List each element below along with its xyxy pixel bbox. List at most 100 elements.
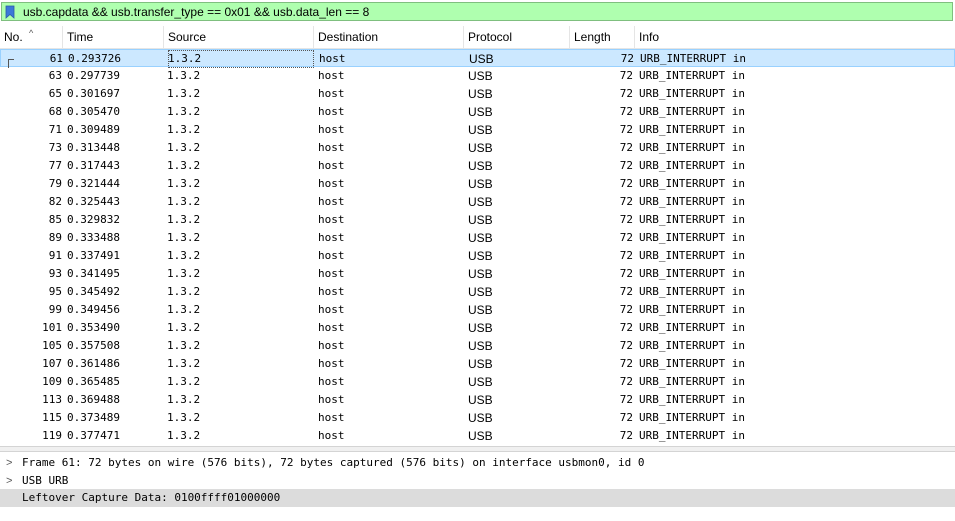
- packet-destination: host: [318, 285, 345, 298]
- packet-row[interactable]: 107 0.361486 1.3.2 host USB 72 URB_INTERRUPT i…: [0, 355, 955, 373]
- packet-no: 109: [42, 375, 62, 388]
- packet-info: URB_INTERRUPT in: [639, 141, 745, 154]
- packet-time: 0.305470: [67, 105, 120, 118]
- packet-row[interactable]: 119 0.377471 1.3.2 host USB 72 URB_INTERRUPT i…: [0, 427, 955, 444]
- details-row-usb-urb[interactable]: > USB URB: [0, 472, 955, 490]
- packet-row[interactable]: 61 0.293726 1.3.2 host USB 72 URB_INTERRUPT in: [0, 49, 955, 68]
- packet-time: 0.297739: [67, 69, 120, 82]
- packet-destination: host: [318, 69, 345, 82]
- packet-row[interactable]: 105 0.357508 1.3.2 host USB 72 URB_INTERRUPT i…: [0, 337, 955, 355]
- packet-protocol: USB: [469, 52, 494, 66]
- packet-length: 72: [619, 249, 633, 262]
- packet-destination: host: [318, 267, 345, 280]
- packet-time: 0.345492: [67, 285, 120, 298]
- packet-row[interactable]: 115 0.373489 1.3.2 host USB 72 URB_INTERRUPT i…: [0, 409, 955, 427]
- packet-info: URB_INTERRUPT in: [639, 429, 745, 442]
- packet-protocol: USB: [468, 357, 493, 371]
- packet-source: 1.3.2: [167, 285, 201, 298]
- packet-destination: host: [318, 177, 345, 190]
- packet-no: 77: [48, 159, 62, 172]
- column-header-protocol-label: Protocol: [468, 30, 513, 44]
- packet-protocol: USB: [468, 429, 493, 443]
- packet-info: URB_INTERRUPT in: [639, 339, 745, 352]
- packet-row[interactable]: 79 0.321444 1.3.2 host USB 72 URB_INTERRUPT in: [0, 175, 955, 193]
- column-header-time[interactable]: Time: [63, 26, 164, 48]
- packet-row[interactable]: 85 0.329832 1.3.2 host USB 72 URB_INTERRUPT in: [0, 211, 955, 229]
- packet-row[interactable]: 109 0.365485 1.3.2 host USB 72 URB_INTERRUPT i…: [0, 373, 955, 391]
- packet-protocol: USB: [468, 141, 493, 155]
- packet-time: 0.317443: [67, 159, 120, 172]
- details-row-leftover-data[interactable]: Leftover Capture Data: 0100ffff01000000: [0, 489, 955, 507]
- packet-source: 1.3.2: [167, 321, 201, 334]
- packet-source: 1.3.2: [167, 393, 201, 406]
- packet-source: 1.3.2: [167, 141, 201, 154]
- packet-time: 0.325443: [67, 195, 120, 208]
- packet-info: URB_INTERRUPT in: [640, 52, 746, 65]
- packet-source: 1.3.2: [167, 249, 201, 262]
- packet-row[interactable]: 73 0.313448 1.3.2 host USB 72 URB_INTERRUPT in: [0, 139, 955, 157]
- packet-row[interactable]: 65 0.301697 1.3.2 host USB 72 URB_INTERRUPT in: [0, 85, 955, 103]
- packet-list[interactable]: 61 0.293726 1.3.2 host USB 72 URB_INTERRUPT in…: [0, 49, 955, 444]
- packet-protocol: USB: [468, 321, 493, 335]
- packet-protocol: USB: [468, 249, 493, 263]
- packet-source: 1.3.2: [167, 339, 201, 352]
- packet-no: 95: [48, 285, 62, 298]
- packet-row[interactable]: 113 0.369488 1.3.2 host USB 72 URB_INTERRUPT i…: [0, 391, 955, 409]
- packet-no: 82: [48, 195, 62, 208]
- column-header-protocol[interactable]: Protocol: [464, 26, 570, 48]
- packet-length: 72: [619, 195, 633, 208]
- packet-source: 1.3.2: [167, 303, 201, 316]
- display-filter-toolbar: usb.capdata && usb.transfer_type == 0x01…: [0, 0, 955, 23]
- packet-row[interactable]: 91 0.337491 1.3.2 host USB 72 URB_INTERRUPT in: [0, 247, 955, 265]
- packet-time: 0.321444: [67, 177, 120, 190]
- packet-row[interactable]: 93 0.341495 1.3.2 host USB 72 URB_INTERRUPT in: [0, 265, 955, 283]
- packet-length: 72: [619, 303, 633, 316]
- packet-protocol: USB: [468, 195, 493, 209]
- expand-arrow-icon[interactable]: >: [6, 454, 12, 472]
- packet-row[interactable]: 82 0.325443 1.3.2 host USB 72 URB_INTERRUPT in: [0, 193, 955, 211]
- packet-length: 72: [619, 339, 633, 352]
- column-header-info[interactable]: Info: [635, 26, 955, 48]
- packet-time: 0.309489: [67, 123, 120, 136]
- packet-destination: host: [318, 87, 345, 100]
- packet-destination: host: [318, 249, 345, 262]
- expand-arrow-icon[interactable]: >: [6, 472, 12, 490]
- packet-no: 68: [48, 105, 62, 118]
- packet-info: URB_INTERRUPT in: [639, 105, 745, 118]
- packet-time: 0.313448: [67, 141, 120, 154]
- packet-row[interactable]: 95 0.345492 1.3.2 host USB 72 URB_INTERRUPT in: [0, 283, 955, 301]
- details-row-leftover-data-text: Leftover Capture Data: 0100ffff01000000: [22, 491, 281, 504]
- packet-info: URB_INTERRUPT in: [639, 213, 745, 226]
- packet-length: 72: [620, 52, 634, 65]
- column-header-destination[interactable]: Destination: [314, 26, 464, 48]
- packet-row[interactable]: 101 0.353490 1.3.2 host USB 72 URB_INTERRUPT i…: [0, 319, 955, 337]
- sort-ascending-icon: ^: [29, 28, 34, 38]
- packet-row[interactable]: 68 0.305470 1.3.2 host USB 72 URB_INTERRUPT in: [0, 103, 955, 121]
- details-row-frame[interactable]: > Frame 61: 72 bytes on wire (576 bits),…: [0, 454, 955, 472]
- packet-time: 0.293726: [68, 52, 121, 65]
- packet-length: 72: [619, 123, 633, 136]
- packet-info: URB_INTERRUPT in: [639, 159, 745, 172]
- packet-source: 1.3.2: [167, 429, 201, 442]
- packet-row[interactable]: 77 0.317443 1.3.2 host USB 72 URB_INTERRUPT in: [0, 157, 955, 175]
- column-header-source[interactable]: Source: [164, 26, 314, 48]
- packet-info: URB_INTERRUPT in: [639, 411, 745, 424]
- packet-row[interactable]: 63 0.297739 1.3.2 host USB 72 URB_INTERRUPT in: [0, 67, 955, 85]
- packet-info: URB_INTERRUPT in: [639, 321, 745, 334]
- packet-length: 72: [619, 87, 633, 100]
- bookmark-icon[interactable]: [5, 5, 15, 19]
- packet-list-header: ^ No. Time Source Destination Protocol L…: [0, 26, 955, 49]
- packet-row[interactable]: 71 0.309489 1.3.2 host USB 72 URB_INTERRUPT in: [0, 121, 955, 139]
- packet-row[interactable]: 89 0.333488 1.3.2 host USB 72 URB_INTERRUPT in: [0, 229, 955, 247]
- packet-destination: host: [318, 141, 345, 154]
- packet-protocol: USB: [468, 105, 493, 119]
- packet-time: 0.337491: [67, 249, 120, 262]
- column-header-destination-label: Destination: [318, 30, 379, 44]
- display-filter-text: usb.capdata && usb.transfer_type == 0x01…: [23, 5, 370, 19]
- column-header-length[interactable]: Length: [570, 26, 635, 48]
- column-header-no[interactable]: ^ No.: [0, 26, 63, 48]
- packet-row[interactable]: 99 0.349456 1.3.2 host USB 72 URB_INTERRUPT in: [0, 301, 955, 319]
- packet-info: URB_INTERRUPT in: [639, 69, 745, 82]
- display-filter-input[interactable]: usb.capdata && usb.transfer_type == 0x01…: [1, 2, 953, 21]
- packet-destination: host: [318, 339, 345, 352]
